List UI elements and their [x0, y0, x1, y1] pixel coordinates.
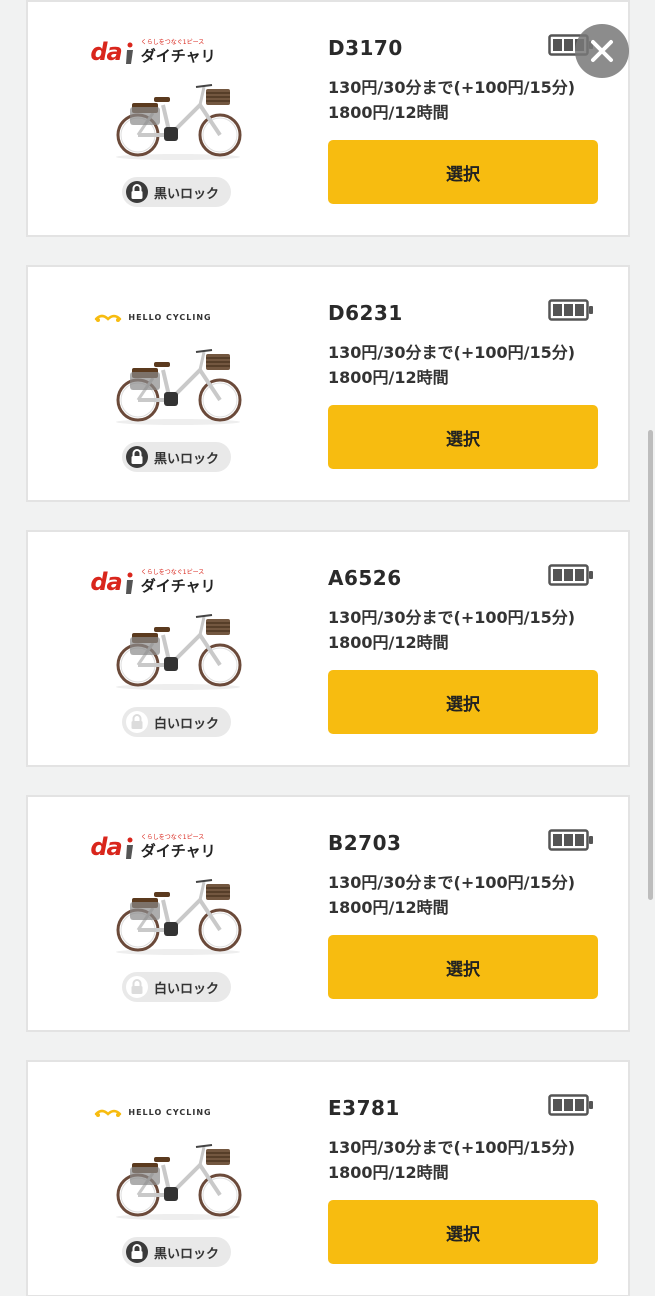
bike-card: da くらしをつなぐ1ピース ダイチャリ	[26, 530, 630, 767]
price-line: 1800円/12時間	[328, 1163, 449, 1182]
lock-label: 黒いロック	[154, 1246, 220, 1262]
bike-id: A6526	[328, 566, 402, 590]
lock-icon-circle	[126, 181, 148, 203]
brand-tagline: くらしをつなぐ1ピース	[140, 569, 205, 576]
dai-wordmark: da	[90, 568, 122, 596]
brand-name: ダイチャリ	[140, 842, 216, 860]
lock-icon-circle	[126, 446, 148, 468]
lock-label: 黒いロック	[154, 186, 220, 202]
price-line: 130円/30分まで(+100円/15分)	[328, 1138, 576, 1157]
lock-icon-circle	[126, 711, 148, 733]
bike-card: da くらしをつなぐ1ピース ダイチャリ	[26, 0, 630, 237]
brand-name: ダイチャリ	[140, 47, 216, 65]
bike-id: B2703	[328, 831, 402, 855]
select-button[interactable]: 選択	[328, 670, 598, 734]
bike-card: HELLO CYCLING 黒いロック E3781 130円/30分まで(+10…	[26, 1060, 630, 1296]
bike-visual: da くらしをつなぐ1ピース ダイチャリ	[28, 797, 278, 1030]
lock-icon	[131, 449, 143, 464]
lock-badge: 黒いロック	[122, 1237, 232, 1267]
scrollbar[interactable]	[648, 430, 653, 900]
select-button[interactable]: 選択	[328, 1200, 598, 1264]
battery-icon	[548, 1094, 593, 1116]
bike-info: E3781 130円/30分まで(+100円/15分) 1800円/12時間 選…	[328, 1062, 628, 1295]
hello-cycling-logo-icon	[95, 1109, 122, 1117]
bike-info: B2703 130円/30分まで(+100円/15分) 1800円/12時間 選…	[328, 797, 628, 1030]
lock-icon	[131, 979, 143, 994]
lock-label: 黒いロック	[154, 451, 220, 467]
bike-card: da くらしをつなぐ1ピース ダイチャリ	[26, 795, 630, 1032]
lock-badge: 白いロック	[122, 972, 232, 1002]
price-line: 1800円/12時間	[328, 633, 449, 652]
brand-tagline: くらしをつなぐ1ピース	[140, 39, 205, 46]
battery-icon	[548, 564, 593, 586]
daichari-logo: da くらしをつなぐ1ピース ダイチャリ	[28, 564, 278, 600]
bike-info: A6526 130円/30分まで(+100円/15分) 1800円/12時間 選…	[328, 532, 628, 765]
price-line: 130円/30分まで(+100円/15分)	[328, 608, 576, 627]
hello-cycling-logo: HELLO CYCLING	[28, 299, 278, 335]
hello-cycling-logo-icon	[95, 314, 122, 322]
price-line: 130円/30分まで(+100円/15分)	[328, 873, 576, 892]
lock-label: 白いロック	[154, 716, 220, 732]
select-button[interactable]: 選択	[328, 140, 598, 204]
dai-wordmark: da	[90, 833, 122, 861]
bicycle-image	[116, 349, 242, 425]
bike-info: D6231 130円/30分まで(+100円/15分) 1800円/12時間 選…	[328, 267, 628, 500]
bicycle-image	[116, 1144, 242, 1220]
lock-icon	[131, 1244, 143, 1259]
hello-cycling-logo: HELLO CYCLING	[28, 1094, 278, 1130]
dai-person-icon	[125, 572, 133, 594]
battery-icon	[548, 299, 593, 321]
brand-name: ダイチャリ	[140, 577, 216, 595]
brand-tagline: くらしをつなぐ1ピース	[140, 834, 205, 841]
dai-wordmark: da	[90, 38, 122, 66]
price-line: 130円/30分まで(+100円/15分)	[328, 78, 576, 97]
dai-person-icon	[125, 42, 133, 64]
lock-icon	[131, 184, 143, 199]
bike-id: D6231	[328, 301, 403, 325]
bike-card: HELLO CYCLING 黒いロック D6231 130円/30分まで(+10…	[26, 265, 630, 502]
lock-badge: 黒いロック	[122, 442, 232, 472]
lock-icon	[131, 714, 143, 729]
close-icon	[591, 40, 613, 62]
bike-visual: da くらしをつなぐ1ピース ダイチャリ	[28, 532, 278, 765]
bicycle-image	[116, 84, 242, 160]
price-line: 1800円/12時間	[328, 898, 449, 917]
price-line: 1800円/12時間	[328, 368, 449, 387]
bicycle-image	[116, 614, 242, 690]
bike-visual: HELLO CYCLING 黒いロック	[28, 267, 278, 500]
lock-icon-circle	[126, 976, 148, 998]
bike-id: D3170	[328, 36, 403, 60]
brand-name: HELLO CYCLING	[128, 312, 212, 322]
bike-visual: da くらしをつなぐ1ピース ダイチャリ	[28, 2, 278, 235]
price-line: 1800円/12時間	[328, 103, 449, 122]
bike-visual: HELLO CYCLING 黒いロック	[28, 1062, 278, 1295]
lock-badge: 白いロック	[122, 707, 232, 737]
select-button[interactable]: 選択	[328, 935, 598, 999]
select-button[interactable]: 選択	[328, 405, 598, 469]
dai-person-icon	[125, 837, 133, 859]
price-line: 130円/30分まで(+100円/15分)	[328, 343, 576, 362]
battery-icon	[548, 829, 593, 851]
brand-name: HELLO CYCLING	[128, 1107, 212, 1117]
lock-icon-circle	[126, 1241, 148, 1263]
lock-badge: 黒いロック	[122, 177, 232, 207]
daichari-logo: da くらしをつなぐ1ピース ダイチャリ	[28, 829, 278, 865]
bike-id: E3781	[328, 1096, 400, 1120]
lock-label: 白いロック	[154, 981, 220, 997]
bicycle-image	[116, 879, 242, 955]
daichari-logo: da くらしをつなぐ1ピース ダイチャリ	[28, 34, 278, 70]
close-button[interactable]	[575, 24, 629, 78]
